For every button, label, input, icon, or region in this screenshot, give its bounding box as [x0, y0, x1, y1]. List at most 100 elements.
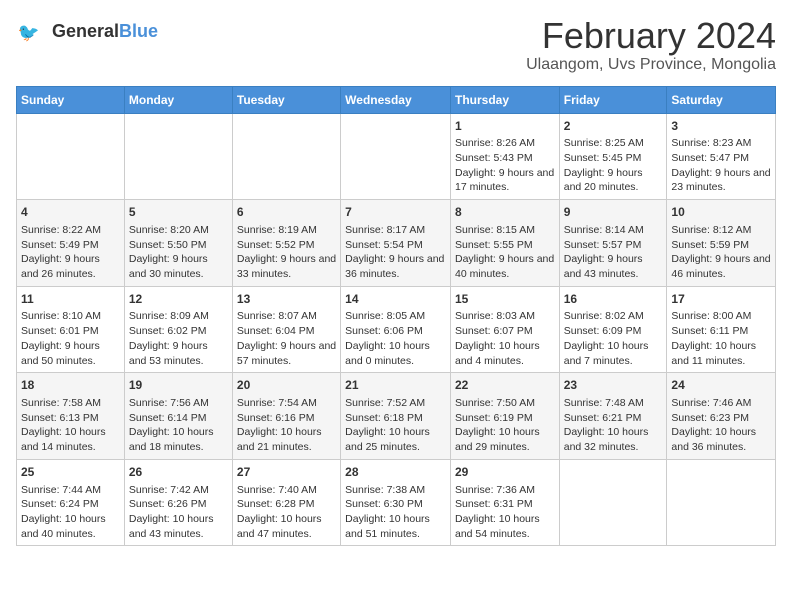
day-number: 22 [455, 377, 555, 394]
day-content: Daylight: 10 hours and 54 minutes. [455, 512, 555, 541]
day-content: Daylight: 9 hours and 53 minutes. [129, 339, 228, 368]
day-number: 27 [237, 464, 336, 481]
day-content: Daylight: 10 hours and 40 minutes. [21, 512, 120, 541]
day-number: 6 [237, 204, 336, 221]
calendar-week-3: 18Sunrise: 7:58 AMSunset: 6:13 PMDayligh… [17, 373, 776, 460]
day-number: 17 [671, 291, 771, 308]
day-content: Sunset: 6:30 PM [345, 497, 446, 512]
day-content: Sunset: 5:57 PM [564, 238, 663, 253]
day-content: Sunrise: 8:05 AM [345, 309, 446, 324]
calendar-cell: 20Sunrise: 7:54 AMSunset: 6:16 PMDayligh… [232, 373, 340, 460]
calendar-week-1: 4Sunrise: 8:22 AMSunset: 5:49 PMDaylight… [17, 200, 776, 287]
day-content: Sunset: 6:02 PM [129, 324, 228, 339]
day-number: 8 [455, 204, 555, 221]
calendar-cell: 10Sunrise: 8:12 AMSunset: 5:59 PMDayligh… [667, 200, 776, 287]
day-number: 24 [671, 377, 771, 394]
day-content: Sunset: 6:28 PM [237, 497, 336, 512]
day-content: Sunrise: 7:40 AM [237, 483, 336, 498]
calendar-cell: 23 Sunrise: 7:48 AMSunset: 6:21 PMDayligh… [559, 373, 667, 460]
day-number: 11 [21, 291, 120, 308]
day-content: Sunrise: 8:14 AM [564, 223, 663, 238]
day-content: Sunrise: 8:09 AM [129, 309, 228, 324]
day-content: Sunset: 6:04 PM [237, 324, 336, 339]
day-header-friday: Friday [559, 86, 667, 113]
calendar-cell: 24Sunrise: 7:46 AMSunset: 6:23 PMDayligh… [667, 373, 776, 460]
calendar-cell: 1Sunrise: 8:26 AMSunset: 5:43 PMDaylight… [450, 113, 559, 200]
day-content: Sunrise: 7:52 AM [345, 396, 446, 411]
day-number: 1 [455, 118, 555, 135]
logo-icon: 🐦 [16, 16, 48, 48]
day-content: Daylight: 10 hours and 25 minutes. [345, 425, 446, 454]
calendar-cell [559, 459, 667, 546]
day-content: Sunrise: 7:48 AM [564, 396, 663, 411]
day-content: Daylight: 9 hours and 17 minutes. [455, 166, 555, 195]
day-content: Daylight: 9 hours and 36 minutes. [345, 252, 446, 281]
day-number: 21 [345, 377, 446, 394]
calendar-cell: 2Sunrise: 8:25 AMSunset: 5:45 PMDaylight… [559, 113, 667, 200]
day-content: Sunset: 6:01 PM [21, 324, 120, 339]
day-content: Daylight: 10 hours and 14 minutes. [21, 425, 120, 454]
day-content: Daylight: 9 hours and 50 minutes. [21, 339, 120, 368]
calendar-cell: 12Sunrise: 8:09 AMSunset: 6:02 PMDayligh… [124, 286, 232, 373]
svg-text:🐦: 🐦 [18, 22, 40, 42]
day-content: Sunrise: 7:56 AM [129, 396, 228, 411]
day-number: 7 [345, 204, 446, 221]
day-content: Sunset: 6:06 PM [345, 324, 446, 339]
day-content: Sunset: 6:23 PM [671, 411, 771, 426]
day-number: 16 [564, 291, 663, 308]
day-number: 23 [564, 377, 663, 394]
day-content: Sunset: 6:13 PM [21, 411, 120, 426]
day-content: Sunrise: 7:58 AM [21, 396, 120, 411]
day-content: Sunset: 5:59 PM [671, 238, 771, 253]
day-header-monday: Monday [124, 86, 232, 113]
calendar-cell: 6Sunrise: 8:19 AMSunset: 5:52 PMDaylight… [232, 200, 340, 287]
day-number: 3 [671, 118, 771, 135]
day-number: 28 [345, 464, 446, 481]
calendar-week-4: 25Sunrise: 7:44 AMSunset: 6:24 PMDayligh… [17, 459, 776, 546]
day-number: 12 [129, 291, 228, 308]
calendar-cell: 3Sunrise: 8:23 AMSunset: 5:47 PMDaylight… [667, 113, 776, 200]
calendar-cell: 28Sunrise: 7:38 AMSunset: 6:30 PMDayligh… [341, 459, 451, 546]
day-content: Sunrise: 8:22 AM [21, 223, 120, 238]
day-content: Sunrise: 8:23 AM [671, 136, 771, 151]
calendar-cell: 17Sunrise: 8:00 AMSunset: 6:11 PMDayligh… [667, 286, 776, 373]
day-content: Sunrise: 8:07 AM [237, 309, 336, 324]
day-content: Daylight: 9 hours and 26 minutes. [21, 252, 120, 281]
day-content: Sunset: 5:55 PM [455, 238, 555, 253]
day-content: Sunset: 6:07 PM [455, 324, 555, 339]
calendar-header-row: SundayMondayTuesdayWednesdayThursdayFrid… [17, 86, 776, 113]
day-content: Sunset: 6:31 PM [455, 497, 555, 512]
day-content: Sunrise: 7:36 AM [455, 483, 555, 498]
day-content: Sunset: 5:45 PM [564, 151, 663, 166]
calendar-cell: 16Sunrise: 8:02 AMSunset: 6:09 PMDayligh… [559, 286, 667, 373]
day-content: Sunrise: 8:02 AM [564, 309, 663, 324]
day-content: Sunset: 6:21 PM [564, 411, 663, 426]
day-content: Daylight: 10 hours and 32 minutes. [564, 425, 663, 454]
day-number: 4 [21, 204, 120, 221]
day-header-tuesday: Tuesday [232, 86, 340, 113]
calendar-week-2: 11Sunrise: 8:10 AMSunset: 6:01 PMDayligh… [17, 286, 776, 373]
calendar-cell: 5Sunrise: 8:20 AMSunset: 5:50 PMDaylight… [124, 200, 232, 287]
calendar-cell: 14Sunrise: 8:05 AMSunset: 6:06 PMDayligh… [341, 286, 451, 373]
calendar-cell [232, 113, 340, 200]
calendar-cell: 19Sunrise: 7:56 AMSunset: 6:14 PMDayligh… [124, 373, 232, 460]
day-content: Daylight: 9 hours and 57 minutes. [237, 339, 336, 368]
day-content: Sunrise: 8:15 AM [455, 223, 555, 238]
day-content: Daylight: 10 hours and 18 minutes. [129, 425, 228, 454]
day-number: 10 [671, 204, 771, 221]
day-content: Sunset: 5:52 PM [237, 238, 336, 253]
day-content: Sunset: 6:24 PM [21, 497, 120, 512]
day-content: Daylight: 10 hours and 0 minutes. [345, 339, 446, 368]
calendar-cell [341, 113, 451, 200]
day-number: 20 [237, 377, 336, 394]
day-content: Daylight: 10 hours and 29 minutes. [455, 425, 555, 454]
day-content: Daylight: 10 hours and 51 minutes. [345, 512, 446, 541]
calendar-cell: 27Sunrise: 7:40 AMSunset: 6:28 PMDayligh… [232, 459, 340, 546]
calendar-table: SundayMondayTuesdayWednesdayThursdayFrid… [16, 86, 776, 547]
day-content: Sunset: 5:50 PM [129, 238, 228, 253]
day-content: Daylight: 10 hours and 43 minutes. [129, 512, 228, 541]
day-content: Daylight: 9 hours and 20 minutes. [564, 166, 663, 195]
day-content: Sunset: 6:11 PM [671, 324, 771, 339]
day-content: Sunset: 6:09 PM [564, 324, 663, 339]
day-content: Daylight: 9 hours and 23 minutes. [671, 166, 771, 195]
